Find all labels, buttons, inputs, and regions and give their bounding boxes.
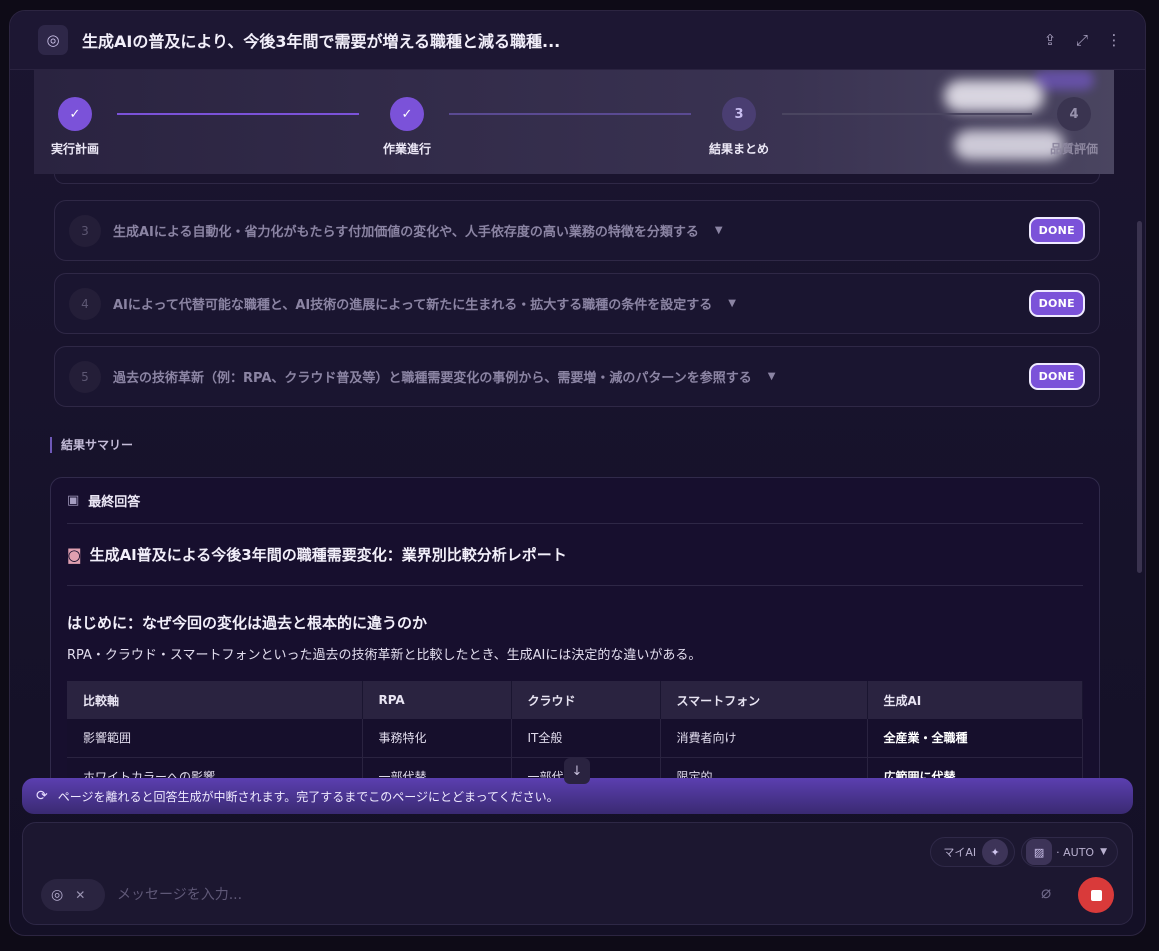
table-cell: 限定的 [660,757,868,778]
message-input[interactable] [117,881,917,909]
table-cell: 広範囲に代替 [867,757,1083,778]
task-number: 5 [69,360,101,393]
chevron-down-icon[interactable]: ▼ [728,298,736,309]
header: ◎ 生成AIの普及により、今後3年間で需要が増える職種と減る職種... ⇪ ⤢ … [10,11,1145,70]
card-title: 最終回答 [88,495,141,510]
intro-text: RPA・クラウド・スマートフォンといった過去の技術革新と比較したとき、生成AIに… [67,648,702,663]
intro-heading: はじめに：なぜ今回の変化は過去と根本的に違うのか [67,614,428,632]
table-cell: 全産業・全職種 [867,719,1083,758]
status-badge: DONE [1028,217,1085,244]
step-connector [782,113,1032,115]
step-summary: 3 結果まとめ [689,97,789,157]
progress-stepper: ✓ 実行計画 ✓ 作業進行 3 結果まとめ 4 品質評価 [34,70,1114,174]
model-selector-row: マイAI ✦ ▨ · AUTO ▼ [924,837,1118,867]
status-badge: DONE [1028,290,1085,317]
table-header-row: 比較軸 RPA クラウド スマートフォン 生成AI [67,681,1083,719]
table-cell: 一部代替 [362,757,512,778]
chevron-down-icon[interactable]: ▼ [768,371,776,382]
chevron-down-icon[interactable]: ▼ [715,225,723,236]
stop-button[interactable] [1078,877,1114,913]
model-select[interactable]: ▨ · AUTO ▼ [1021,837,1118,867]
task-text: AIによって代替可能な職種と、AI技術の進展によって新たに生まれる・拡大する職種… [113,298,713,313]
table-header: スマートフォン [660,681,868,719]
blurred-overlay [1034,70,1094,90]
conversation-scroll[interactable]: ✓ 実行計画 ✓ 作業進行 3 結果まとめ 4 品質評価 3 生成AIによる自動… [10,70,1138,778]
stop-icon [1090,889,1102,901]
gauge-icon: ◎ [51,887,64,903]
page-title: 生成AIの普及により、今後3年間で需要が増える職種と減る職種... [82,32,561,51]
step-number: 4 [1057,97,1091,131]
paperclip-icon[interactable]: ⌀ [1041,883,1051,903]
table-cell: 事務特化 [362,719,512,758]
robot-icon: ◙ [67,545,82,564]
message-composer: マイAI ✦ ▨ · AUTO ▼ ◎ ✕ ⌀ [22,822,1133,925]
task-text: 生成AIによる自動化・省力化がもたらす付加価値の変化や、人手依存度の高い業務の特… [113,225,699,240]
model-label: · AUTO [1056,845,1095,859]
table-cell: ホワイトカラーへの影響 [67,757,363,778]
my-ai-label: マイAI [943,846,977,859]
step-number: 3 [722,97,756,131]
task-text: 過去の技術革新（例：RPA、クラウド普及等）と職種需要変化の事例から、需要増・減… [113,371,752,386]
step-connector [449,113,691,115]
step-evaluation: 4 品質評価 [1024,97,1114,157]
task-number: 3 [69,214,101,247]
my-ai-button[interactable]: マイAI ✦ [930,837,1016,867]
report-title-text: 生成AI普及による今後3年間の職種需要変化：業界別比較分析レポート [89,546,567,564]
status-badge: DONE [1028,363,1085,390]
task-number: 4 [69,287,101,320]
ai-avatar-icon: ✦ [982,839,1009,865]
refresh-icon: ⟳ [36,788,48,804]
image-model-icon: ▨ [1026,839,1053,865]
scroll-down-button[interactable]: ↓ [564,758,590,784]
report-title: ◙ 生成AI普及による今後3年間の職種需要変化：業界別比較分析レポート [67,524,1083,586]
step-plan: ✓ 実行計画 [34,97,125,157]
card-header: ▣ 最終回答 [67,478,1083,524]
agent-chip[interactable]: ◎ ✕ [41,879,105,911]
step-progress: ✓ 作業進行 [357,97,457,157]
message-icon: ▣ [67,493,80,508]
table-row: 影響範囲 事務特化 IT全般 消費者向け 全産業・全職種 [67,719,1083,758]
table-cell: 消費者向け [660,719,868,758]
step-label: 実行計画 [50,142,99,156]
expand-icon[interactable]: ⤢ [1069,27,1095,53]
table-header: クラウド [511,681,661,719]
notice-text: ページを離れると回答生成が中断されます。完了するまでこのページにとどまってくださ… [57,789,559,804]
table-cell: 影響範囲 [67,719,363,758]
task-item[interactable]: 5 過去の技術革新（例：RPA、クラウド普及等）と職種需要変化の事例から、需要増… [54,346,1100,407]
task-item[interactable]: 4 AIによって代替可能な職種と、AI技術の進展によって新たに生まれる・拡大する… [54,273,1100,334]
check-icon: ✓ [58,97,92,131]
step-label: 品質評価 [1049,142,1098,156]
share-icon[interactable]: ⇪ [1037,27,1063,53]
task-item-edge [54,174,1100,184]
table-cell: IT全般 [511,719,661,758]
scrollbar[interactable] [1137,221,1142,573]
task-item[interactable]: 3 生成AIによる自動化・省力化がもたらす付加価値の変化や、人手依存度の高い業務… [54,200,1100,261]
section-label: 結果サマリー [50,437,133,453]
step-connector [117,113,359,115]
step-label: 結果まとめ [708,142,769,156]
check-icon: ✓ [390,97,424,131]
final-answer-card: ▣ 最終回答 ◙ 生成AI普及による今後3年間の職種需要変化：業界別比較分析レポ… [50,477,1100,778]
table-header: RPA [362,681,512,719]
table-header: 比較軸 [67,681,363,719]
table-header: 生成AI [867,681,1083,719]
more-vertical-icon[interactable]: ⋮ [1101,27,1127,53]
chevron-down-icon: ▼ [1100,847,1107,857]
gauge-icon[interactable]: ◎ [38,25,68,55]
step-label: 作業進行 [382,142,431,156]
close-icon[interactable]: ✕ [75,888,85,902]
